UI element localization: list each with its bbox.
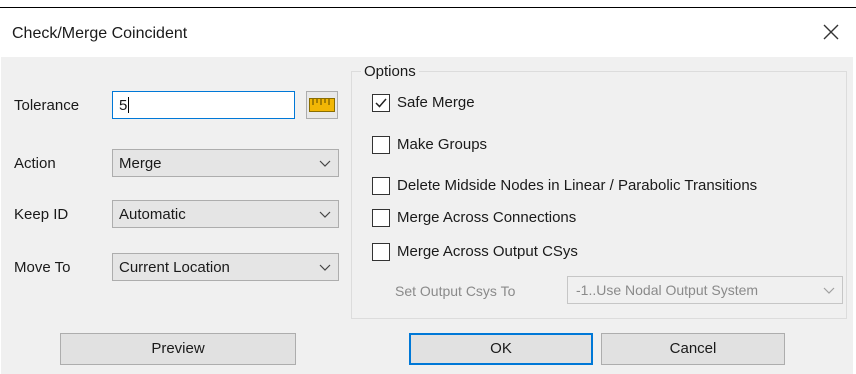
window-top-frame — [0, 0, 856, 8]
checkmark-icon — [375, 98, 387, 108]
output-csys-label: Set Output Csys To — [395, 283, 516, 299]
safe-merge-checkbox[interactable] — [372, 94, 390, 112]
title-bar: Check/Merge Coincident — [1, 12, 853, 57]
merge-across-connections-label: Merge Across Connections — [397, 209, 577, 226]
ok-button[interactable]: OK — [409, 333, 593, 365]
output-csys-value: -1..Use Nodal Output System — [576, 282, 759, 298]
dialog-title: Check/Merge Coincident — [12, 25, 188, 42]
tolerance-label: Tolerance — [14, 97, 80, 114]
text-caret — [128, 97, 130, 113]
options-caption: Options — [361, 63, 419, 80]
action-dropdown[interactable]: Merge — [112, 149, 339, 177]
tolerance-input[interactable]: 5 — [112, 91, 295, 119]
ruler-icon — [309, 98, 335, 112]
make-groups-label: Make Groups — [397, 136, 488, 153]
preview-button[interactable]: Preview — [60, 333, 296, 365]
delete-midside-nodes-checkbox[interactable] — [372, 177, 390, 195]
action-value: Merge — [119, 155, 162, 172]
make-groups-checkbox[interactable] — [372, 136, 390, 154]
merge-across-connections-checkbox[interactable] — [372, 209, 390, 227]
chevron-down-icon — [319, 211, 331, 218]
close-button[interactable] — [819, 20, 843, 44]
cancel-button[interactable]: Cancel — [601, 333, 785, 365]
merge-across-output-csys-checkbox[interactable] — [372, 243, 390, 261]
move-to-label: Move To — [14, 259, 71, 276]
dialog-body: Tolerance 5 Action Merge Keep ID Automat… — [1, 57, 853, 374]
move-to-value: Current Location — [119, 259, 230, 276]
keep-id-dropdown[interactable]: Automatic — [112, 200, 339, 228]
chevron-down-icon — [319, 264, 331, 271]
keep-id-label: Keep ID — [14, 206, 69, 223]
measure-tolerance-button[interactable] — [306, 91, 338, 119]
safe-merge-label: Safe Merge — [397, 94, 475, 111]
keep-id-value: Automatic — [119, 206, 186, 223]
delete-midside-nodes-label: Delete Midside Nodes in Linear / Parabol… — [397, 177, 758, 194]
merge-across-output-csys-label: Merge Across Output CSys — [397, 243, 578, 260]
tolerance-value: 5 — [119, 97, 128, 114]
chevron-down-icon — [319, 160, 331, 167]
output-csys-dropdown[interactable]: -1..Use Nodal Output System — [567, 276, 843, 304]
chevron-down-icon — [823, 287, 835, 294]
move-to-dropdown[interactable]: Current Location — [112, 253, 339, 281]
action-label: Action — [14, 155, 56, 172]
close-icon — [823, 24, 839, 40]
